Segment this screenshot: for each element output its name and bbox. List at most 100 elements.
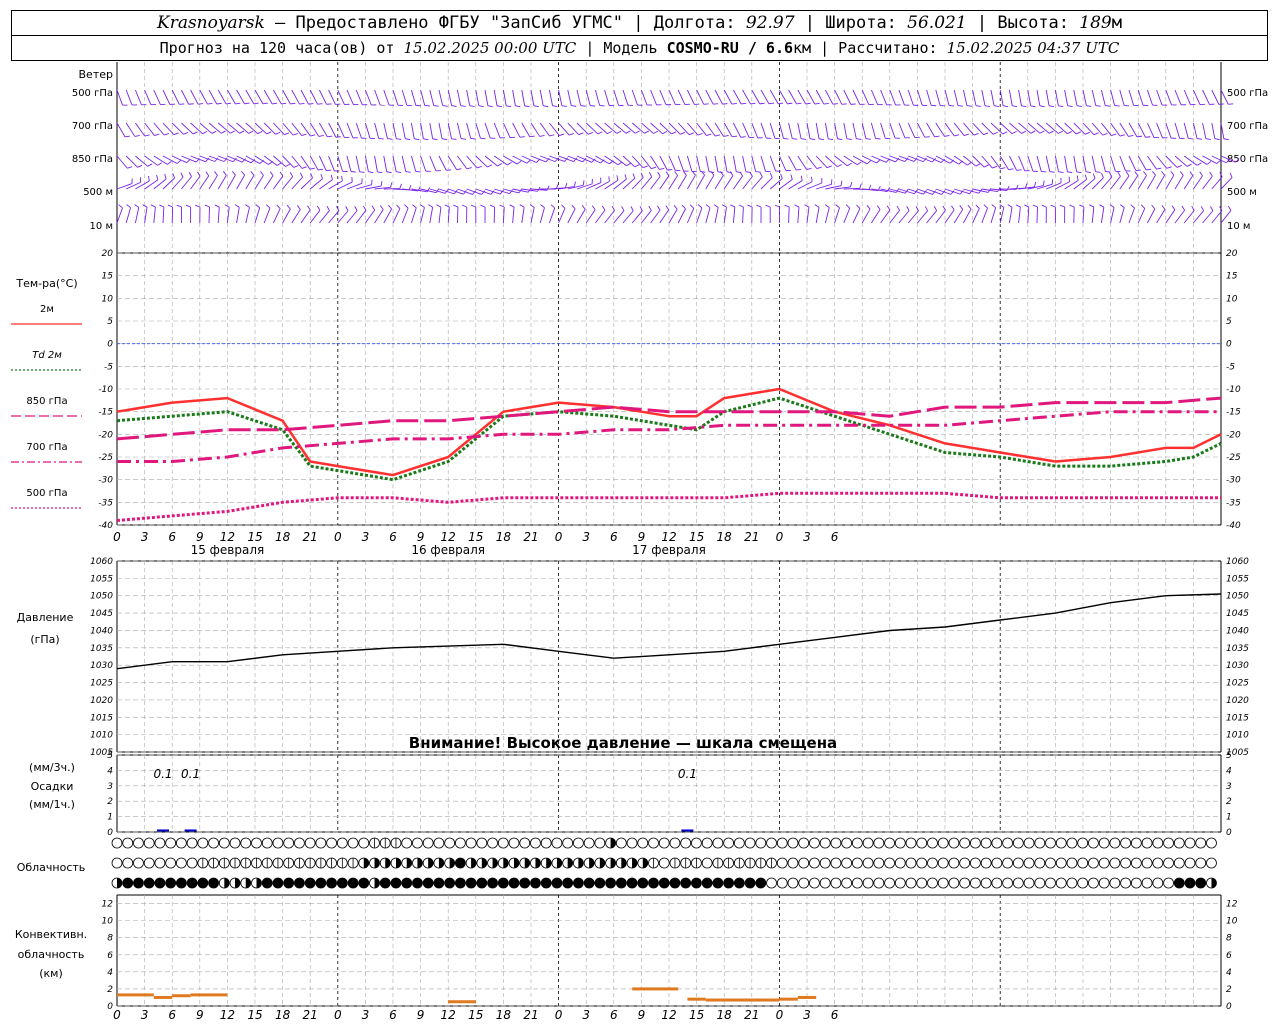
conv-bar bbox=[190, 993, 228, 997]
cloud-symbol bbox=[948, 857, 960, 869]
wind-barb-flag bbox=[317, 103, 323, 105]
wind-barb-flag bbox=[1003, 105, 1009, 108]
wind-barb-flag bbox=[469, 105, 475, 108]
conv-bar bbox=[797, 995, 817, 999]
wind-barb-flag bbox=[1021, 105, 1027, 108]
cloud-symbol bbox=[615, 837, 627, 849]
cloud-symbol bbox=[454, 877, 466, 889]
wind-barb bbox=[1174, 89, 1182, 105]
pressure-ytick-left: 1020 bbox=[90, 696, 113, 706]
cloud-symbol-half bbox=[1211, 878, 1217, 888]
wind-barb bbox=[852, 89, 861, 105]
cloud-symbol bbox=[819, 877, 831, 889]
wind-barb bbox=[935, 210, 946, 224]
wind-barb-flag bbox=[396, 204, 401, 209]
wind-barb bbox=[668, 155, 676, 171]
wind-barb-flag bbox=[1186, 163, 1192, 167]
pressure-ytick-right: 1030 bbox=[1226, 661, 1249, 671]
wind-barb bbox=[364, 122, 371, 139]
wind-barb-flag bbox=[1134, 171, 1139, 176]
wind-barb-flag bbox=[368, 171, 374, 174]
cloud-symbol bbox=[744, 877, 756, 889]
wind-barb bbox=[273, 175, 284, 190]
wind-barb-flag bbox=[127, 166, 133, 169]
wind-barb bbox=[355, 89, 363, 105]
temp-ytick-left: -5 bbox=[104, 362, 113, 372]
cloud-symbol bbox=[884, 857, 895, 869]
wind-barb bbox=[797, 207, 800, 224]
wind-barb-flag bbox=[768, 102, 775, 105]
wind-barb bbox=[1110, 207, 1115, 224]
wind-barb-flag bbox=[185, 204, 191, 208]
wind-barb bbox=[153, 122, 165, 136]
wind-barb-flag bbox=[176, 159, 182, 164]
wind-barb-flag bbox=[204, 204, 210, 208]
wind-barb bbox=[512, 122, 521, 138]
wind-barb-flag bbox=[1223, 138, 1229, 141]
conv-xtick: 3 bbox=[362, 1008, 370, 1022]
wind-barb bbox=[227, 155, 243, 163]
wind-barb-flag bbox=[756, 204, 762, 208]
wind-barb-flag bbox=[371, 205, 376, 211]
wind-barb-flag bbox=[1002, 131, 1008, 135]
wind-barb bbox=[410, 89, 417, 106]
wind-barb bbox=[1137, 155, 1147, 171]
wind-barb bbox=[650, 175, 661, 190]
wind-barb-flag bbox=[148, 176, 150, 182]
temp-ytick-right: 5 bbox=[1226, 317, 1232, 327]
cloud-symbol bbox=[916, 877, 928, 889]
wind-barb bbox=[245, 89, 255, 105]
cloud-symbol bbox=[744, 837, 756, 849]
wind-barb bbox=[567, 122, 580, 135]
wind-barb bbox=[282, 176, 293, 190]
cloud-symbol bbox=[937, 877, 949, 889]
wind-barb-flag bbox=[408, 185, 412, 190]
wind-barb-flag bbox=[866, 204, 871, 210]
wind-barb-flag bbox=[607, 130, 612, 135]
wind-barb-flag bbox=[235, 102, 241, 105]
cloud-symbol bbox=[1098, 877, 1110, 889]
wind-barb-flag bbox=[230, 130, 236, 134]
wind-barb bbox=[420, 207, 425, 224]
cloud-symbol bbox=[626, 877, 638, 889]
wind-barb bbox=[622, 155, 636, 168]
wind-barb-flag bbox=[335, 136, 341, 138]
wind-barb bbox=[917, 188, 933, 195]
wind-barb-flag bbox=[1030, 105, 1036, 108]
cloud-symbol bbox=[519, 837, 531, 849]
conv-xtick: 6 bbox=[610, 1008, 618, 1022]
wind-barb bbox=[457, 155, 468, 170]
wind-barb-flag bbox=[697, 133, 703, 136]
cloud-symbol bbox=[723, 837, 735, 849]
wind-barb-flag bbox=[591, 205, 596, 210]
cloud-symbol bbox=[390, 877, 402, 889]
conv-ytick-left: 10 bbox=[102, 917, 114, 927]
cloud-symbol bbox=[487, 837, 498, 849]
wind-barb bbox=[456, 89, 462, 106]
wind-barb bbox=[999, 207, 1005, 224]
wind-barb bbox=[171, 89, 180, 105]
wind-barb-flag bbox=[697, 204, 703, 209]
temp-ytick-right: -30 bbox=[1226, 476, 1241, 486]
wind-barb-flag bbox=[519, 136, 525, 138]
wind-barb bbox=[328, 210, 340, 224]
wind-barb-flag bbox=[731, 102, 737, 105]
wind-barb bbox=[438, 122, 443, 139]
temp-ytick-right: -35 bbox=[1226, 498, 1241, 508]
wind-barb-flag bbox=[1015, 204, 1021, 208]
wind-barb bbox=[806, 89, 816, 105]
wind-barb bbox=[705, 155, 710, 172]
wind-barb-flag bbox=[674, 171, 678, 176]
wind-barb-flag bbox=[442, 105, 448, 107]
wind-barb-flag bbox=[167, 160, 172, 165]
temp-xtick: 12 bbox=[661, 530, 676, 544]
wind-barb-flag bbox=[516, 160, 522, 165]
wind-barb bbox=[705, 89, 714, 105]
wind-barb-flag bbox=[552, 105, 558, 108]
wind-barb bbox=[1165, 155, 1178, 168]
wind-barb bbox=[180, 89, 190, 105]
wind-barb bbox=[613, 89, 619, 106]
temp-xtick: 0 bbox=[555, 530, 563, 544]
wind-barb bbox=[742, 122, 750, 138]
cloud-symbol bbox=[733, 837, 745, 849]
